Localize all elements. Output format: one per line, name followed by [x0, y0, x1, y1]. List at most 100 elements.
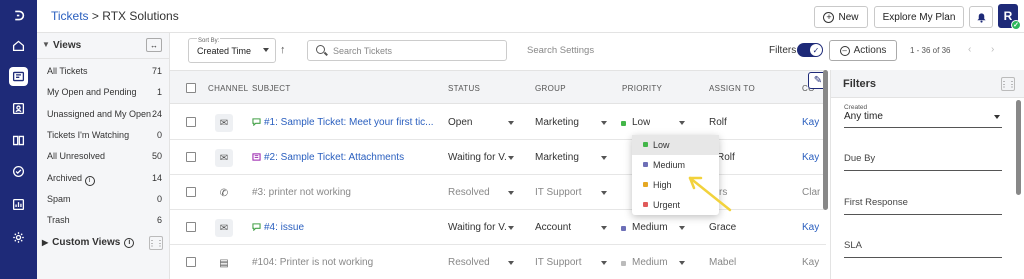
reports-icon[interactable]	[9, 195, 28, 214]
dropdown-caret-icon[interactable]	[679, 121, 685, 125]
filters-scrollbar[interactable]	[1016, 100, 1021, 195]
ticket-subject[interactable]: #2: Sample Ticket: Attachments	[252, 152, 442, 163]
status-select[interactable]: Waiting for V...	[448, 152, 506, 163]
dropdown-caret-icon[interactable]	[679, 261, 685, 265]
search-settings-link[interactable]: Search Settings	[527, 45, 594, 56]
info-icon[interactable]: i	[124, 237, 135, 248]
assign-to-select[interactable]: Rolf	[709, 117, 727, 128]
tasks-icon[interactable]	[9, 162, 28, 181]
assign-to-select[interactable]: Grace	[709, 222, 736, 233]
view-item-all-tickets[interactable]: All Tickets 71	[47, 66, 162, 76]
column-group[interactable]: GROUP	[535, 84, 566, 93]
dropdown-caret-icon[interactable]	[679, 226, 685, 230]
contact-link[interactable]: Kay	[802, 257, 819, 268]
table-row[interactable]: ▤ #104: Printer is not working Resolved …	[170, 245, 826, 279]
row-checkbox[interactable]	[186, 152, 196, 162]
new-ticket-button[interactable]: + New	[814, 6, 868, 28]
row-checkbox[interactable]	[186, 117, 196, 127]
ticket-title[interactable]: Printer is not working	[277, 257, 373, 268]
contact-link[interactable]: Clar	[802, 187, 820, 198]
dropdown-caret-icon[interactable]	[601, 261, 607, 265]
table-row[interactable]: ✆ #3: printer not working Resolved IT Su…	[170, 175, 826, 210]
ticket-id[interactable]: #104:	[252, 257, 277, 268]
contact-link[interactable]: Kay	[802, 222, 819, 233]
home-icon[interactable]	[9, 36, 28, 55]
dropdown-caret-icon[interactable]	[508, 156, 514, 160]
assign-to-select[interactable]: rs	[719, 187, 727, 198]
prev-page-icon[interactable]: ‹	[968, 44, 971, 55]
priority-select[interactable]: Medium	[632, 222, 668, 233]
settings-gear-icon[interactable]	[9, 228, 28, 247]
priority-select[interactable]: Medium	[632, 257, 668, 268]
actions-button[interactable]: – Actions	[829, 40, 897, 61]
custom-views-toggle[interactable]: ▶ Custom Views i	[42, 237, 135, 248]
ticket-title[interactable]: issue	[278, 222, 304, 233]
ticket-subject[interactable]: #104: Printer is not working	[252, 257, 442, 268]
view-item-watching[interactable]: Tickets I'm Watching 0	[47, 130, 162, 140]
column-assign-to[interactable]: ASSIGN TO	[709, 84, 755, 93]
ticket-title[interactable]: printer not working	[266, 187, 351, 198]
column-channel[interactable]: CHANNEL	[208, 84, 248, 93]
row-checkbox[interactable]	[186, 187, 196, 197]
search-tickets-input[interactable]: Search Tickets	[307, 40, 507, 61]
ticket-subject[interactable]: #3: printer not working	[252, 187, 442, 198]
status-select[interactable]: Open	[448, 117, 472, 128]
status-select[interactable]: Resolved	[448, 257, 490, 268]
tickets-icon[interactable]	[9, 67, 28, 86]
priority-option-medium[interactable]: Medium	[632, 155, 719, 175]
group-select[interactable]: IT Support	[535, 187, 582, 198]
sla-filter[interactable]: SLA	[844, 240, 1002, 258]
views-header[interactable]: ▼ Views ↔	[37, 33, 170, 59]
table-row[interactable]: ✉ #4: issue Waiting for V... Account Med…	[170, 210, 826, 245]
priority-option-urgent[interactable]: Urgent	[632, 195, 719, 215]
table-row[interactable]: ✉ #2: Sample Ticket: Attachments Waiting…	[170, 140, 826, 175]
dropdown-caret-icon[interactable]	[508, 261, 514, 265]
priority-select[interactable]: Low	[632, 117, 650, 128]
dropdown-caret-icon[interactable]	[508, 226, 514, 230]
priority-option-high[interactable]: High	[632, 175, 719, 195]
user-avatar[interactable]: R ✓	[998, 4, 1021, 30]
assign-to-select[interactable]: Rolf	[717, 152, 735, 163]
table-row[interactable]: ✉ #1: Sample Ticket: Meet your first tic…	[170, 105, 826, 140]
contacts-icon[interactable]	[9, 99, 28, 118]
group-select[interactable]: IT Support	[535, 257, 582, 268]
breadcrumb-tickets-link[interactable]: Tickets	[51, 9, 89, 23]
view-item-archived[interactable]: Archived i 14	[47, 173, 162, 186]
contact-link[interactable]: Kay	[802, 152, 819, 163]
column-subject[interactable]: SUBJECT	[252, 84, 291, 93]
dropdown-caret-icon[interactable]	[601, 226, 607, 230]
info-icon[interactable]: i	[84, 175, 95, 186]
view-item-trash[interactable]: Trash 6	[47, 215, 162, 225]
group-select[interactable]: Account	[535, 222, 571, 233]
status-select[interactable]: Waiting for V...	[448, 222, 506, 233]
dropdown-caret-icon[interactable]	[508, 191, 514, 195]
first-response-filter[interactable]: First Response	[844, 197, 1002, 215]
logo-icon[interactable]	[9, 6, 28, 25]
knowledge-base-icon[interactable]	[9, 131, 28, 150]
table-scrollbar[interactable]	[823, 70, 828, 210]
notifications-button[interactable]	[969, 6, 993, 28]
next-page-icon[interactable]: ›	[991, 44, 994, 55]
contact-link[interactable]: Kay	[802, 117, 819, 128]
ticket-id[interactable]: #1:	[264, 117, 278, 128]
row-checkbox[interactable]	[186, 222, 196, 232]
sort-by-select[interactable]: Sort By: Created Time	[188, 38, 276, 63]
row-checkbox[interactable]	[186, 257, 196, 267]
column-status[interactable]: STATUS	[448, 84, 480, 93]
due-by-filter[interactable]: Due By	[844, 153, 1002, 171]
column-priority[interactable]: PRIORITY	[622, 84, 662, 93]
priority-option-low[interactable]: Low	[632, 135, 719, 155]
assign-to-select[interactable]: Mabel	[709, 257, 736, 268]
ticket-title[interactable]: Sample Ticket: Meet your first tic...	[278, 117, 434, 128]
ticket-id[interactable]: #2:	[264, 152, 278, 163]
view-item-all-unresolved[interactable]: All Unresolved 50	[47, 151, 162, 161]
dropdown-caret-icon[interactable]	[601, 156, 607, 160]
drag-handle-icon[interactable]: ⋮⋮	[1000, 77, 1016, 91]
select-all-checkbox[interactable]	[186, 83, 196, 93]
dropdown-caret-icon[interactable]	[601, 191, 607, 195]
created-filter-select[interactable]: Created Any time	[844, 104, 1002, 128]
ticket-title[interactable]: Sample Ticket: Attachments	[278, 152, 404, 163]
ticket-subject[interactable]: #1: Sample Ticket: Meet your first tic..…	[252, 117, 442, 128]
dropdown-caret-icon[interactable]	[508, 121, 514, 125]
ticket-id[interactable]: #3:	[252, 187, 266, 198]
